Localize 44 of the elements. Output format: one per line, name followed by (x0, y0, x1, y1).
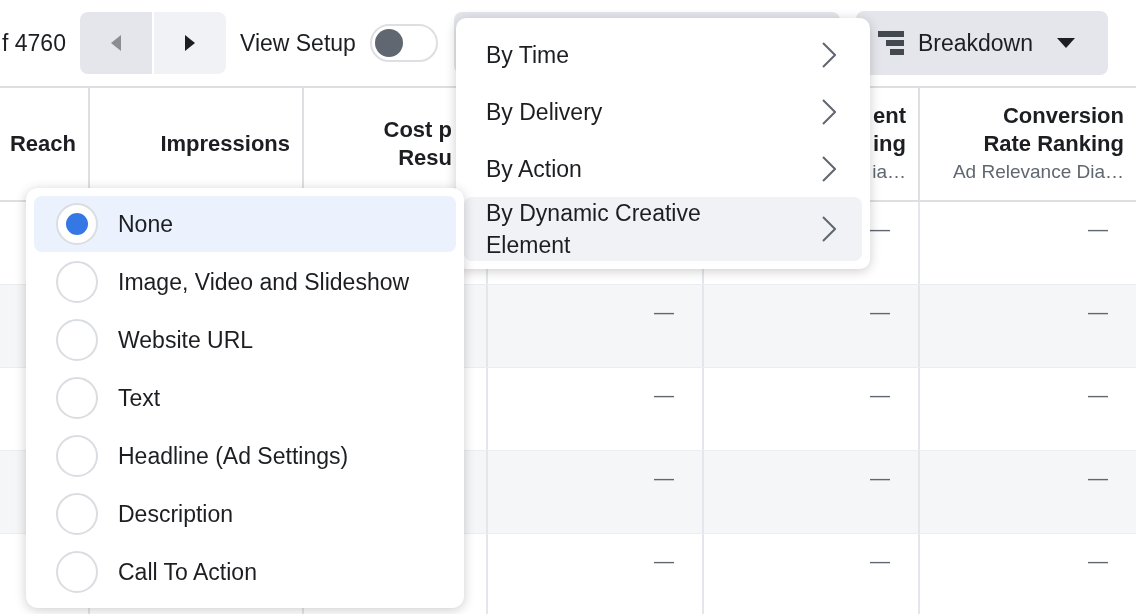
next-button[interactable] (153, 12, 226, 74)
column-header[interactable]: Cost p Resu (383, 116, 452, 172)
table-cell-text: — (1088, 549, 1108, 574)
left-triangle-icon (110, 35, 121, 51)
radio-button[interactable] (56, 261, 98, 303)
radio-button[interactable] (56, 203, 98, 245)
column-subtitle: ia… (872, 159, 906, 184)
radio-button[interactable] (56, 551, 98, 593)
radio-button[interactable] (56, 377, 98, 419)
table-cell-text: — (654, 300, 674, 325)
chevron-right-icon (822, 155, 836, 182)
column-header[interactable]: Impressions (160, 130, 290, 158)
table-cell-text: — (1088, 300, 1108, 325)
table-cell-text: — (1088, 217, 1108, 242)
caret-icon (1056, 38, 1075, 48)
radio-button[interactable] (56, 435, 98, 477)
previous-button[interactable] (79, 12, 152, 74)
column-header[interactable]: ent ing (873, 101, 906, 158)
breakdown-icon (877, 30, 904, 56)
chevron-right-icon (822, 41, 836, 68)
radio-button[interactable] (56, 319, 98, 361)
table-cell-text: — (654, 466, 674, 491)
column-subtitle: Ad Relevance Dia… (952, 159, 1124, 184)
table-cell-text: — (870, 300, 890, 325)
table-cell-text: — (1088, 466, 1108, 491)
radio-button[interactable] (56, 493, 98, 535)
radio-option[interactable]: None (34, 196, 456, 252)
table-cell-text: — (1088, 383, 1108, 408)
column-header[interactable]: Reach (9, 130, 76, 158)
menu-item[interactable]: By Dynamic Creative Element (464, 197, 862, 261)
right-triangle-icon (184, 35, 195, 51)
view-setup-label: View Setup (239, 28, 356, 58)
table-cell-text: — (870, 549, 890, 574)
table-cell-text: — (654, 549, 674, 574)
table-cell-text: — (870, 217, 890, 242)
view-setup-toggle[interactable] (369, 24, 438, 62)
breakdown-button[interactable]: Breakdown (855, 11, 1108, 75)
table-cell-text: — (870, 466, 890, 491)
table-cell-text: — (654, 383, 674, 408)
page-count: f 4760 (2, 28, 66, 58)
chevron-right-icon (822, 216, 836, 242)
chevron-right-icon (822, 98, 836, 125)
table-cell-text: — (870, 383, 890, 408)
column-header[interactable]: Conversion Rate Ranking (983, 101, 1124, 158)
